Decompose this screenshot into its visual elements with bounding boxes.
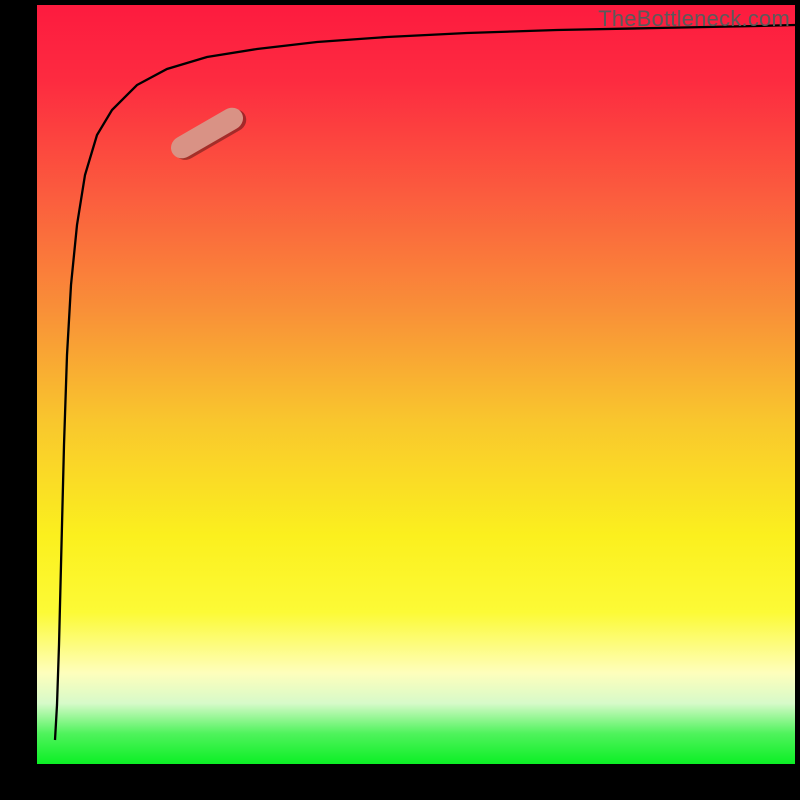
attribution-text: TheBottleneck.com (598, 6, 790, 32)
frame-right (795, 0, 800, 800)
frame-bottom (0, 764, 800, 800)
frame-left (0, 0, 37, 800)
gradient-background (37, 5, 795, 764)
frame-top (0, 0, 800, 5)
